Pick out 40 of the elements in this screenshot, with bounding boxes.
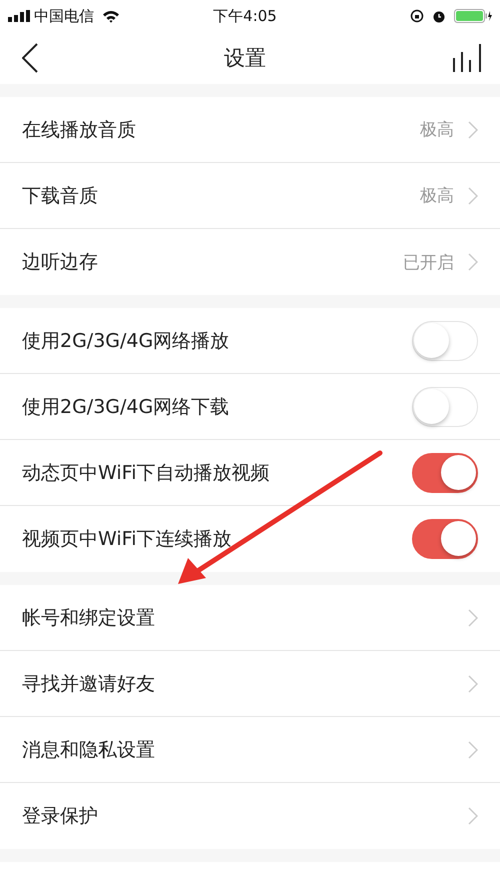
settings-row[interactable]: 消息和隐私设置 xyxy=(0,717,500,783)
status-time: 下午4:05 xyxy=(213,6,277,26)
settings-row[interactable]: 寻找并邀请好友 xyxy=(0,651,500,717)
row-label: 在线播放音质 xyxy=(22,118,137,142)
chevron-icon xyxy=(468,120,478,138)
alarm-icon xyxy=(432,9,446,23)
row-label: 边听边存 xyxy=(22,250,99,275)
settings-row[interactable]: 在线播放音质 极高 xyxy=(0,97,500,163)
settings-row[interactable]: 帐号和绑定设置 xyxy=(0,585,500,651)
row-label: 动态页中WiFi下自动播放视频 xyxy=(22,460,270,486)
chevron-icon xyxy=(468,674,478,692)
row-value: 极高 xyxy=(420,119,454,141)
chevron-icon xyxy=(468,253,478,271)
row-value: 极高 xyxy=(420,185,454,207)
settings-row[interactable]: 下载音质 极高 xyxy=(0,163,500,229)
settings-row[interactable]: 登录保护 xyxy=(0,783,500,849)
battery-icon xyxy=(454,9,492,23)
row-label: 视频页中WiFi下连续播放 xyxy=(22,527,232,552)
row-label: 登录保护 xyxy=(22,804,99,829)
equalizer-icon[interactable] xyxy=(452,44,482,72)
row-label: 使用2G/3G/4G网络下载 xyxy=(22,394,230,420)
row-label: 帐号和绑定设置 xyxy=(22,606,156,630)
rotation-lock-icon xyxy=(410,9,424,23)
signal-icon xyxy=(8,10,30,22)
settings-row[interactable]: 边听边存 已开启 xyxy=(0,229,500,295)
chevron-icon xyxy=(468,807,478,825)
wifi-icon xyxy=(102,10,120,22)
chevron-icon xyxy=(468,186,478,204)
carrier-name: 中国电信 xyxy=(34,6,94,26)
toggle-switch[interactable] xyxy=(412,452,478,492)
chevron-icon xyxy=(468,608,478,626)
chevron-icon xyxy=(468,740,478,758)
page-title: 设置 xyxy=(224,45,266,72)
row-label: 下载音质 xyxy=(22,184,99,208)
row-label: 消息和隐私设置 xyxy=(22,738,156,762)
row-label: 使用2G/3G/4G网络播放 xyxy=(22,328,230,354)
row-label: 寻找并邀请好友 xyxy=(22,672,156,696)
row-value: 已开启 xyxy=(403,252,454,274)
back-icon[interactable] xyxy=(22,43,38,73)
toggle-switch[interactable] xyxy=(412,519,478,559)
